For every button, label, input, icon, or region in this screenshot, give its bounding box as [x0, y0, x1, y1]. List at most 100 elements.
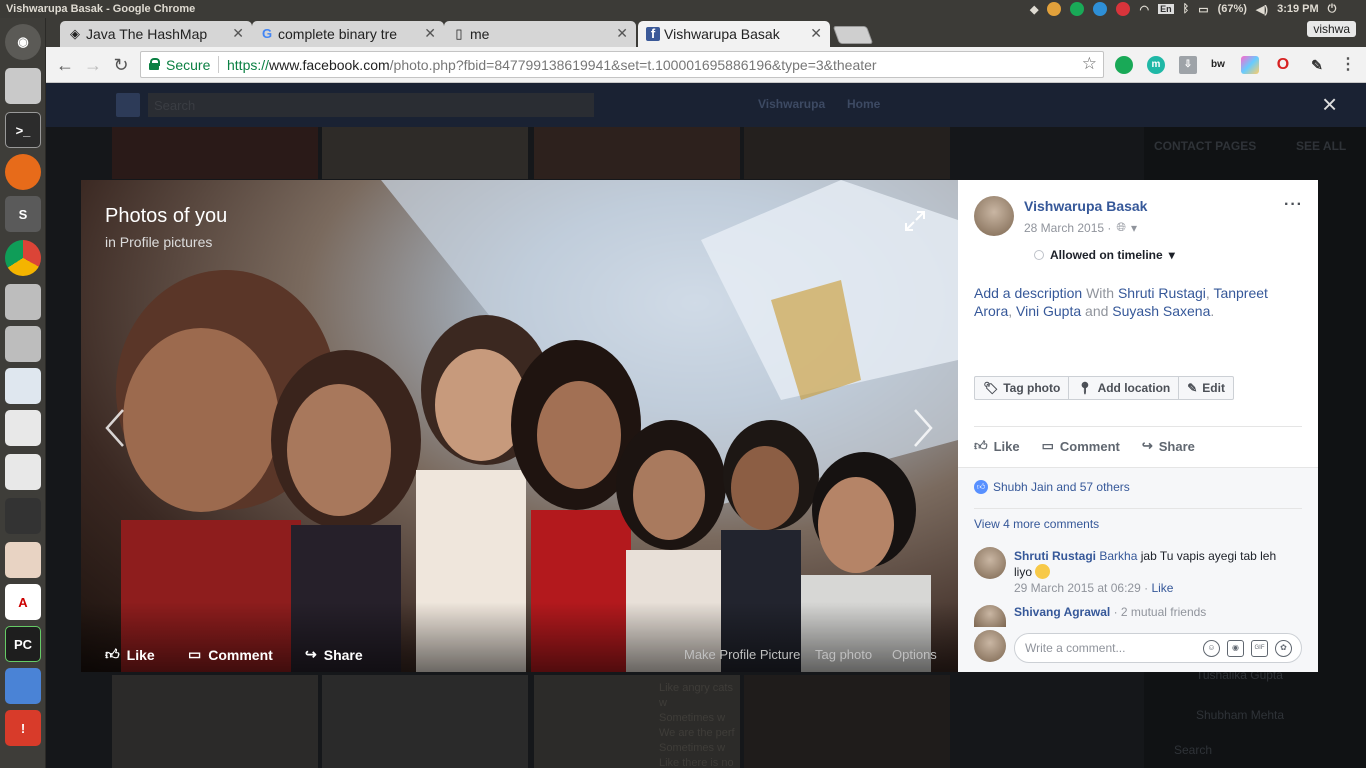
bookmark-star-icon[interactable]: ☆: [1082, 54, 1097, 74]
dash-icon[interactable]: ◉: [5, 24, 41, 60]
facebook-logo[interactable]: [116, 93, 140, 117]
options-link[interactable]: Options: [892, 647, 937, 662]
profile-link[interactable]: Vishwarupa: [758, 97, 825, 111]
comment-button[interactable]: ▭ Comment: [1042, 438, 1120, 454]
drive-icon[interactable]: [5, 284, 41, 320]
comment-author[interactable]: Shruti Rustagi: [1014, 549, 1096, 563]
see-all-link[interactable]: SEE ALL: [1296, 139, 1346, 153]
new-tab-button[interactable]: [832, 26, 874, 44]
impress-icon[interactable]: [5, 542, 41, 578]
camera-icon[interactable]: ◉: [1227, 640, 1244, 657]
owner-name[interactable]: Vishwarupa Basak: [1024, 198, 1147, 214]
bw-ext-icon[interactable]: bw: [1209, 56, 1227, 74]
tag-photo-link[interactable]: Tag photo: [815, 647, 872, 662]
chrome-icon[interactable]: [5, 240, 41, 276]
stop-icon[interactable]: [1116, 2, 1131, 16]
close-viewer-button[interactable]: ×: [1322, 89, 1337, 119]
files-icon[interactable]: [5, 68, 41, 104]
comment-time[interactable]: 29 March 2015 at 06:29: [1014, 581, 1141, 595]
color-ext-icon[interactable]: [1241, 56, 1259, 74]
sublime-icon[interactable]: S: [5, 196, 41, 232]
tagged-person[interactable]: Vini Gupta: [1016, 303, 1081, 319]
tab-binary-tree[interactable]: G complete binary tre ✕: [252, 21, 444, 47]
installer-icon[interactable]: [5, 668, 41, 704]
date-text[interactable]: 28 March 2015 ·: [1024, 221, 1111, 235]
pycharm-icon[interactable]: PC: [5, 626, 41, 662]
eyedropper-ext-icon[interactable]: ✎: [1308, 56, 1326, 74]
emoji-icon[interactable]: ☺: [1203, 640, 1220, 657]
text-editor2-icon[interactable]: [5, 454, 41, 490]
home-link[interactable]: Home: [847, 97, 880, 111]
hangouts-ext-icon[interactable]: [1115, 56, 1133, 74]
photo-comment-button[interactable]: ▭ Comment: [188, 646, 273, 663]
update-icon[interactable]: !: [5, 710, 41, 746]
text-editor-icon[interactable]: [5, 410, 41, 446]
close-icon[interactable]: ✕: [232, 25, 244, 42]
messenger-icon[interactable]: [1093, 2, 1108, 16]
battery-icon[interactable]: ▭: [1198, 3, 1208, 16]
photo-stage[interactable]: Photos of you in Profile pictures 👍︎ Like…: [81, 180, 958, 672]
forward-icon[interactable]: →: [82, 54, 104, 76]
share-button[interactable]: ↪ Share: [1142, 438, 1195, 454]
add-location-button[interactable]: 📍︎ Add location: [1069, 377, 1180, 399]
close-icon[interactable]: ✕: [810, 25, 822, 42]
download-ext-icon[interactable]: ⇩: [1179, 56, 1197, 74]
make-profile-picture-link[interactable]: Make Profile Picture: [684, 647, 800, 662]
close-icon[interactable]: ✕: [424, 25, 436, 42]
album-subtitle[interactable]: in Profile pictures: [105, 234, 212, 250]
reload-icon[interactable]: ↻: [110, 54, 132, 76]
tagged-person[interactable]: Suyash Saxena: [1112, 303, 1210, 319]
avatar[interactable]: [974, 196, 1014, 236]
back-icon[interactable]: ←: [54, 54, 76, 76]
drive2-icon[interactable]: [5, 326, 41, 362]
close-icon[interactable]: ✕: [616, 25, 628, 42]
comment-input[interactable]: Write a comment... ☺ ◉ GIF ✿: [1014, 633, 1302, 663]
gif-icon[interactable]: GIF: [1251, 640, 1268, 657]
clock[interactable]: 3:19 PM: [1277, 3, 1319, 15]
tab-java-hashmap[interactable]: ◈ Java The HashMap ✕: [60, 21, 252, 47]
add-description-link[interactable]: Add a description: [974, 285, 1082, 301]
mutual-friends[interactable]: · 2 mutual friends: [1110, 605, 1207, 619]
photo-share-button[interactable]: ↪ Share: [305, 646, 363, 663]
previous-photo-icon[interactable]: [103, 408, 127, 448]
writer-icon[interactable]: [5, 368, 41, 404]
photo-like-button[interactable]: 👍︎ Like: [105, 646, 155, 663]
like-button[interactable]: 👍︎ Like: [974, 438, 1020, 454]
next-photo-icon[interactable]: [911, 408, 935, 448]
opera-ext-icon[interactable]: O: [1274, 56, 1292, 74]
facebook-search[interactable]: Search: [148, 93, 594, 117]
chat-search[interactable]: Search: [1174, 743, 1212, 757]
profile-badge[interactable]: vishwa: [1307, 21, 1356, 37]
tag-photo-button[interactable]: 🏷︎ Tag photo: [975, 377, 1070, 399]
pdf-icon[interactable]: A: [5, 584, 41, 620]
chrome-tray-icon[interactable]: [1047, 2, 1062, 16]
video-icon[interactable]: [5, 498, 41, 534]
comment-author[interactable]: Shivang Agrawal: [1014, 605, 1110, 619]
firefox-icon[interactable]: [5, 154, 41, 190]
menu-icon[interactable]: ⋮: [1339, 56, 1357, 74]
hangouts-icon[interactable]: [1070, 2, 1085, 16]
dropbox-icon[interactable]: ◆: [1030, 3, 1038, 16]
tagged-person[interactable]: Shruti Rustagi: [1118, 285, 1206, 301]
more-options-icon[interactable]: ···: [1284, 196, 1303, 214]
fullscreen-icon[interactable]: [904, 210, 926, 232]
battery-percent[interactable]: (67%): [1218, 3, 1247, 15]
edit-button[interactable]: ✎ Edit: [1179, 377, 1233, 399]
globe-icon[interactable]: 🌐︎: [1116, 220, 1126, 235]
mendeley-ext-icon[interactable]: m: [1147, 56, 1165, 74]
comment-tag[interactable]: Barkha: [1099, 549, 1137, 563]
chat-contact[interactable]: Shubham Mehta: [1196, 708, 1284, 722]
bluetooth-icon[interactable]: ᛒ: [1183, 3, 1190, 15]
tab-me[interactable]: ▯ me ✕: [444, 21, 636, 47]
terminal-icon[interactable]: >_: [5, 112, 41, 148]
chevron-down-icon[interactable]: ▾: [1131, 221, 1137, 235]
likes-summary[interactable]: 👍︎ Shubh Jain and 57 others: [974, 480, 1130, 494]
keyboard-indicator[interactable]: En: [1158, 4, 1174, 14]
volume-icon[interactable]: ◀): [1256, 3, 1268, 16]
tab-vishwarupa-basak[interactable]: f Vishwarupa Basak ✕: [638, 21, 830, 47]
timeline-visibility[interactable]: Allowed on timeline ▾: [1034, 248, 1175, 262]
view-more-comments-link[interactable]: View 4 more comments: [974, 517, 1099, 531]
comment-like-link[interactable]: Like: [1151, 581, 1173, 595]
power-icon[interactable]: ⏻: [1328, 3, 1337, 16]
url-text[interactable]: https://www.facebook.com/photo.php?fbid=…: [227, 57, 877, 73]
